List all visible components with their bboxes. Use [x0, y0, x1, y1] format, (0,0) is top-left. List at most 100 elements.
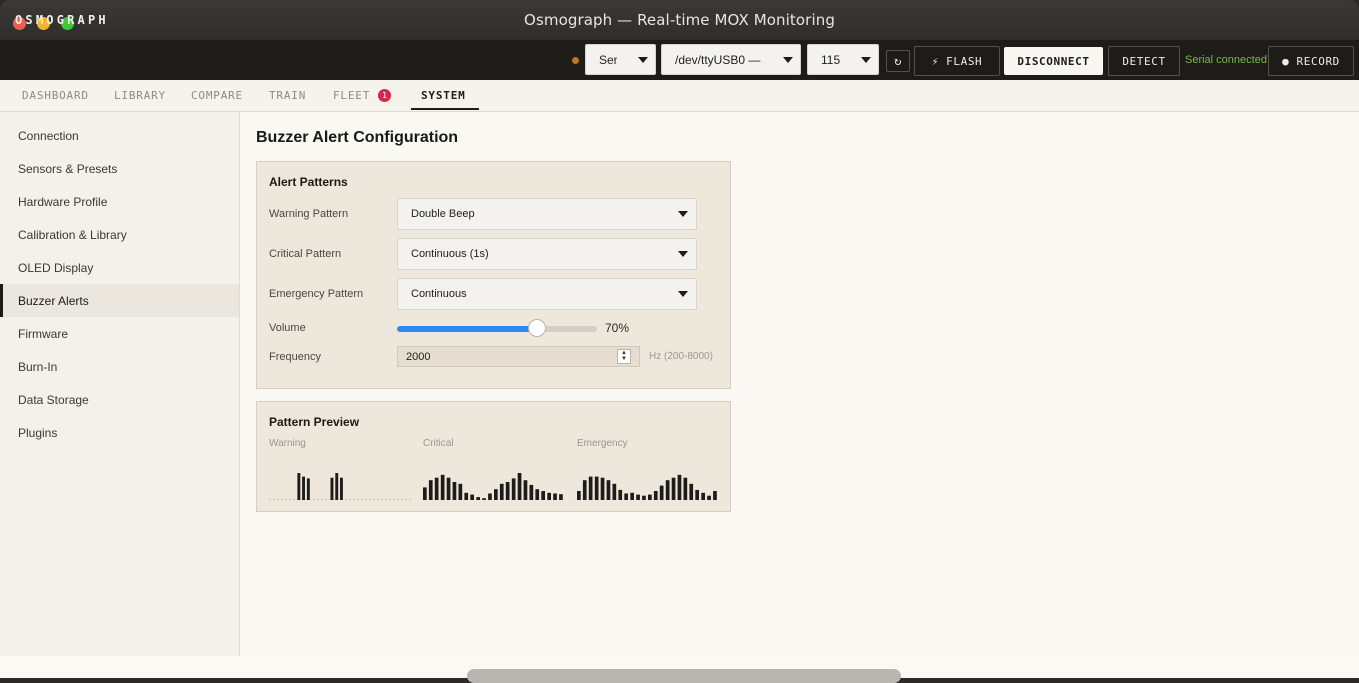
- disconnect-button[interactable]: DISCONNECT: [1004, 47, 1103, 75]
- detect-button[interactable]: DETECT: [1108, 46, 1180, 76]
- emergency-bar: [713, 491, 717, 500]
- emergency-bar: [701, 492, 705, 500]
- brand-logo: OSMOGRAPH: [15, 13, 109, 27]
- emergency-bar: [624, 493, 628, 500]
- emergency-pattern-value: Continuous: [411, 288, 467, 300]
- critical-bar: [470, 494, 474, 500]
- tab-dashboard[interactable]: DASHBOARD: [22, 80, 89, 110]
- sidebar-item-burn-in[interactable]: Burn-In: [0, 350, 239, 383]
- frequency-stepper[interactable]: ▲ ▼: [617, 349, 631, 364]
- sidebar-item-plugins[interactable]: Plugins: [0, 416, 239, 449]
- critical-bar: [559, 494, 563, 500]
- emergency-bar: [588, 476, 593, 500]
- critical-bar: [541, 491, 545, 500]
- critical-bar: [511, 478, 516, 500]
- critical-pattern-select[interactable]: Continuous (1s): [397, 238, 697, 270]
- critical-bar: [476, 497, 480, 500]
- emergency-bar: [659, 485, 664, 500]
- emergency-bar: [642, 495, 646, 500]
- sidebar-item-firmware[interactable]: Firmware: [0, 317, 239, 350]
- emergency-bar: [665, 480, 670, 500]
- baud-value: 11520: [821, 52, 840, 67]
- warning-bar: [297, 473, 301, 500]
- pattern-preview-panel: Pattern Preview Warning Critical Emergen…: [256, 401, 731, 512]
- tab-label: SYSTEM: [421, 88, 466, 102]
- warning-pattern-select[interactable]: Double Beep: [397, 198, 697, 230]
- flash-button[interactable]: ⚡ FLASH: [914, 46, 1000, 76]
- main-tabs: DASHBOARD LIBRARY COMPARE TRAIN FLEET 1 …: [0, 80, 1359, 112]
- sidebar-item-buzzer-alerts[interactable]: Buzzer Alerts: [0, 284, 239, 317]
- tab-system[interactable]: SYSTEM: [411, 80, 478, 110]
- chevron-down-icon: [678, 211, 688, 217]
- frequency-input[interactable]: 2000 ▲ ▼: [397, 346, 640, 367]
- chevron-down-icon: [861, 56, 871, 63]
- connection-status-dot: [572, 57, 579, 64]
- tab-library[interactable]: LIBRARY: [114, 80, 166, 110]
- emergency-pattern-label: Emergency Pattern: [269, 288, 364, 300]
- warning-pattern-waveform: [269, 473, 411, 500]
- fleet-notification-badge: 1: [378, 88, 392, 102]
- critical-bar: [452, 482, 457, 500]
- emergency-pattern-waveform: [577, 474, 717, 500]
- critical-bar: [535, 489, 540, 500]
- connection-type-select[interactable]: Seria: [585, 44, 656, 75]
- warning-pattern-value: Double Beep: [411, 208, 475, 220]
- warning-bar: [302, 476, 305, 500]
- horizontal-scrollbar[interactable]: [467, 669, 901, 683]
- refresh-icon: ↻: [894, 54, 902, 68]
- tab-label: FLEET: [333, 88, 371, 102]
- connection-type-value: Seria: [599, 52, 617, 67]
- sidebar-item-connection[interactable]: Connection: [0, 119, 239, 152]
- volume-slider[interactable]: [397, 319, 597, 337]
- tab-train[interactable]: TRAIN: [269, 80, 306, 110]
- critical-bar: [505, 482, 510, 500]
- critical-bar: [440, 474, 445, 500]
- emergency-bar: [707, 495, 711, 500]
- critical-bar: [499, 483, 504, 500]
- warning-bar: [340, 477, 343, 500]
- sidebar-item-calibration-library[interactable]: Calibration & Library: [0, 218, 239, 251]
- emergency-bar: [689, 483, 694, 500]
- frequency-hint: Hz (200-8000): [649, 351, 713, 362]
- critical-bar: [529, 484, 534, 500]
- emergency-bar: [594, 476, 599, 500]
- tab-fleet[interactable]: FLEET 1: [333, 80, 392, 110]
- emergency-bar: [577, 491, 581, 500]
- warning-bar: [306, 478, 310, 500]
- emergency-bar: [683, 477, 688, 500]
- critical-bar: [464, 492, 469, 500]
- port-select[interactable]: /dev/ttyUSB0 — ES: [661, 44, 801, 75]
- emergency-bar: [653, 491, 658, 500]
- alert-patterns-title: Alert Patterns: [269, 175, 348, 189]
- sidebar-item-sensors-presets[interactable]: Sensors & Presets: [0, 152, 239, 185]
- volume-label: Volume: [269, 322, 306, 334]
- emergency-bar: [606, 480, 611, 500]
- refresh-ports-button[interactable]: ↻: [886, 50, 910, 72]
- critical-bar: [446, 477, 451, 500]
- alert-patterns-panel: Alert Patterns Warning Pattern Double Be…: [256, 161, 731, 389]
- volume-slider-handle[interactable]: [528, 319, 546, 337]
- critical-bar: [547, 492, 551, 500]
- tab-label: DASHBOARD: [22, 88, 89, 102]
- emergency-pattern-select[interactable]: Continuous: [397, 278, 697, 310]
- critical-bar: [458, 483, 463, 500]
- emergency-bar: [618, 489, 623, 500]
- tab-label: TRAIN: [269, 88, 307, 102]
- critical-bar: [488, 493, 492, 500]
- sidebar-item-hardware-profile[interactable]: Hardware Profile: [0, 185, 239, 218]
- emergency-bar: [600, 477, 605, 500]
- sidebar-item-oled-display[interactable]: OLED Display: [0, 251, 239, 284]
- baud-select[interactable]: 11520: [807, 44, 879, 75]
- page-title: Buzzer Alert Configuration: [256, 129, 459, 146]
- record-button[interactable]: ● RECORD: [1268, 46, 1354, 76]
- sidebar-item-data-storage[interactable]: Data Storage: [0, 383, 239, 416]
- window-title: Osmograph — Real-time MOX Monitoring: [524, 11, 835, 29]
- chevron-down-icon: [678, 291, 688, 297]
- warning-pattern-label: Warning Pattern: [269, 208, 349, 220]
- critical-pattern-waveform: [423, 473, 563, 500]
- chevron-down-icon: [638, 56, 648, 63]
- tab-label: COMPARE: [191, 88, 243, 102]
- emergency-bar: [582, 480, 587, 500]
- tab-compare[interactable]: COMPARE: [191, 80, 243, 110]
- critical-bar: [428, 480, 433, 500]
